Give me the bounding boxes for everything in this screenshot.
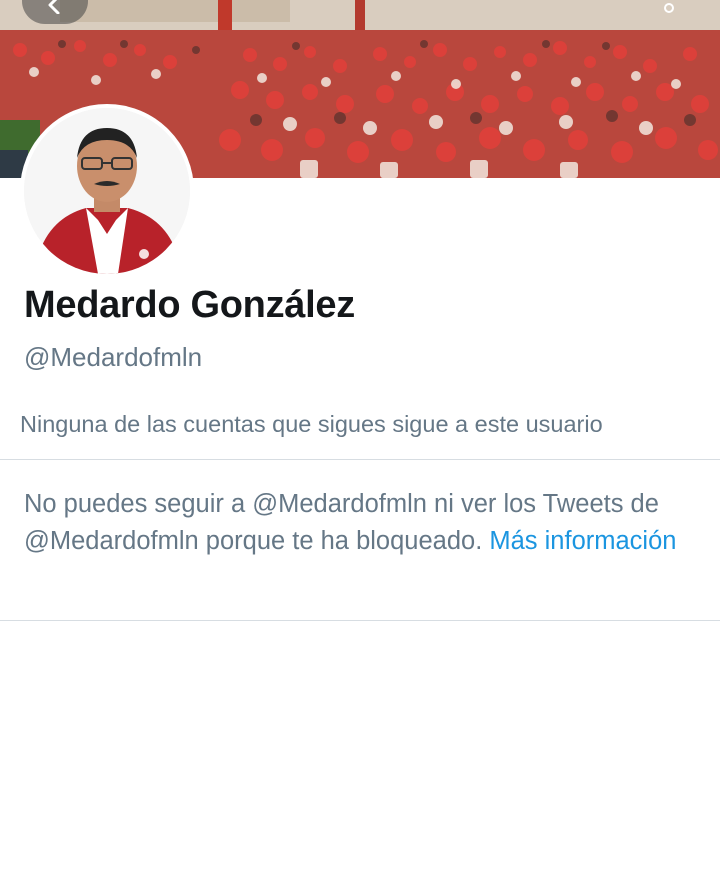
profile-handle: @Medardofmln [24,342,203,372]
arrow-left-icon [48,0,60,14]
more-options-icon [664,3,674,13]
blocked-notice: No puedes seguir a @Medardofmln ni ver l… [24,486,700,560]
profile-avatar[interactable] [20,104,194,278]
divider [0,620,720,621]
profile-screen: Medardo González @Medardofmln Ninguna de… [0,0,720,883]
more-options-button[interactable] [652,0,686,26]
followers-you-know-note: Ninguna de las cuentas que sigues sigue … [20,411,603,437]
more-info-link[interactable]: Más información [489,527,676,555]
avatar-photo [24,108,190,274]
profile-display-name: Medardo González [24,284,355,326]
divider [0,459,720,460]
